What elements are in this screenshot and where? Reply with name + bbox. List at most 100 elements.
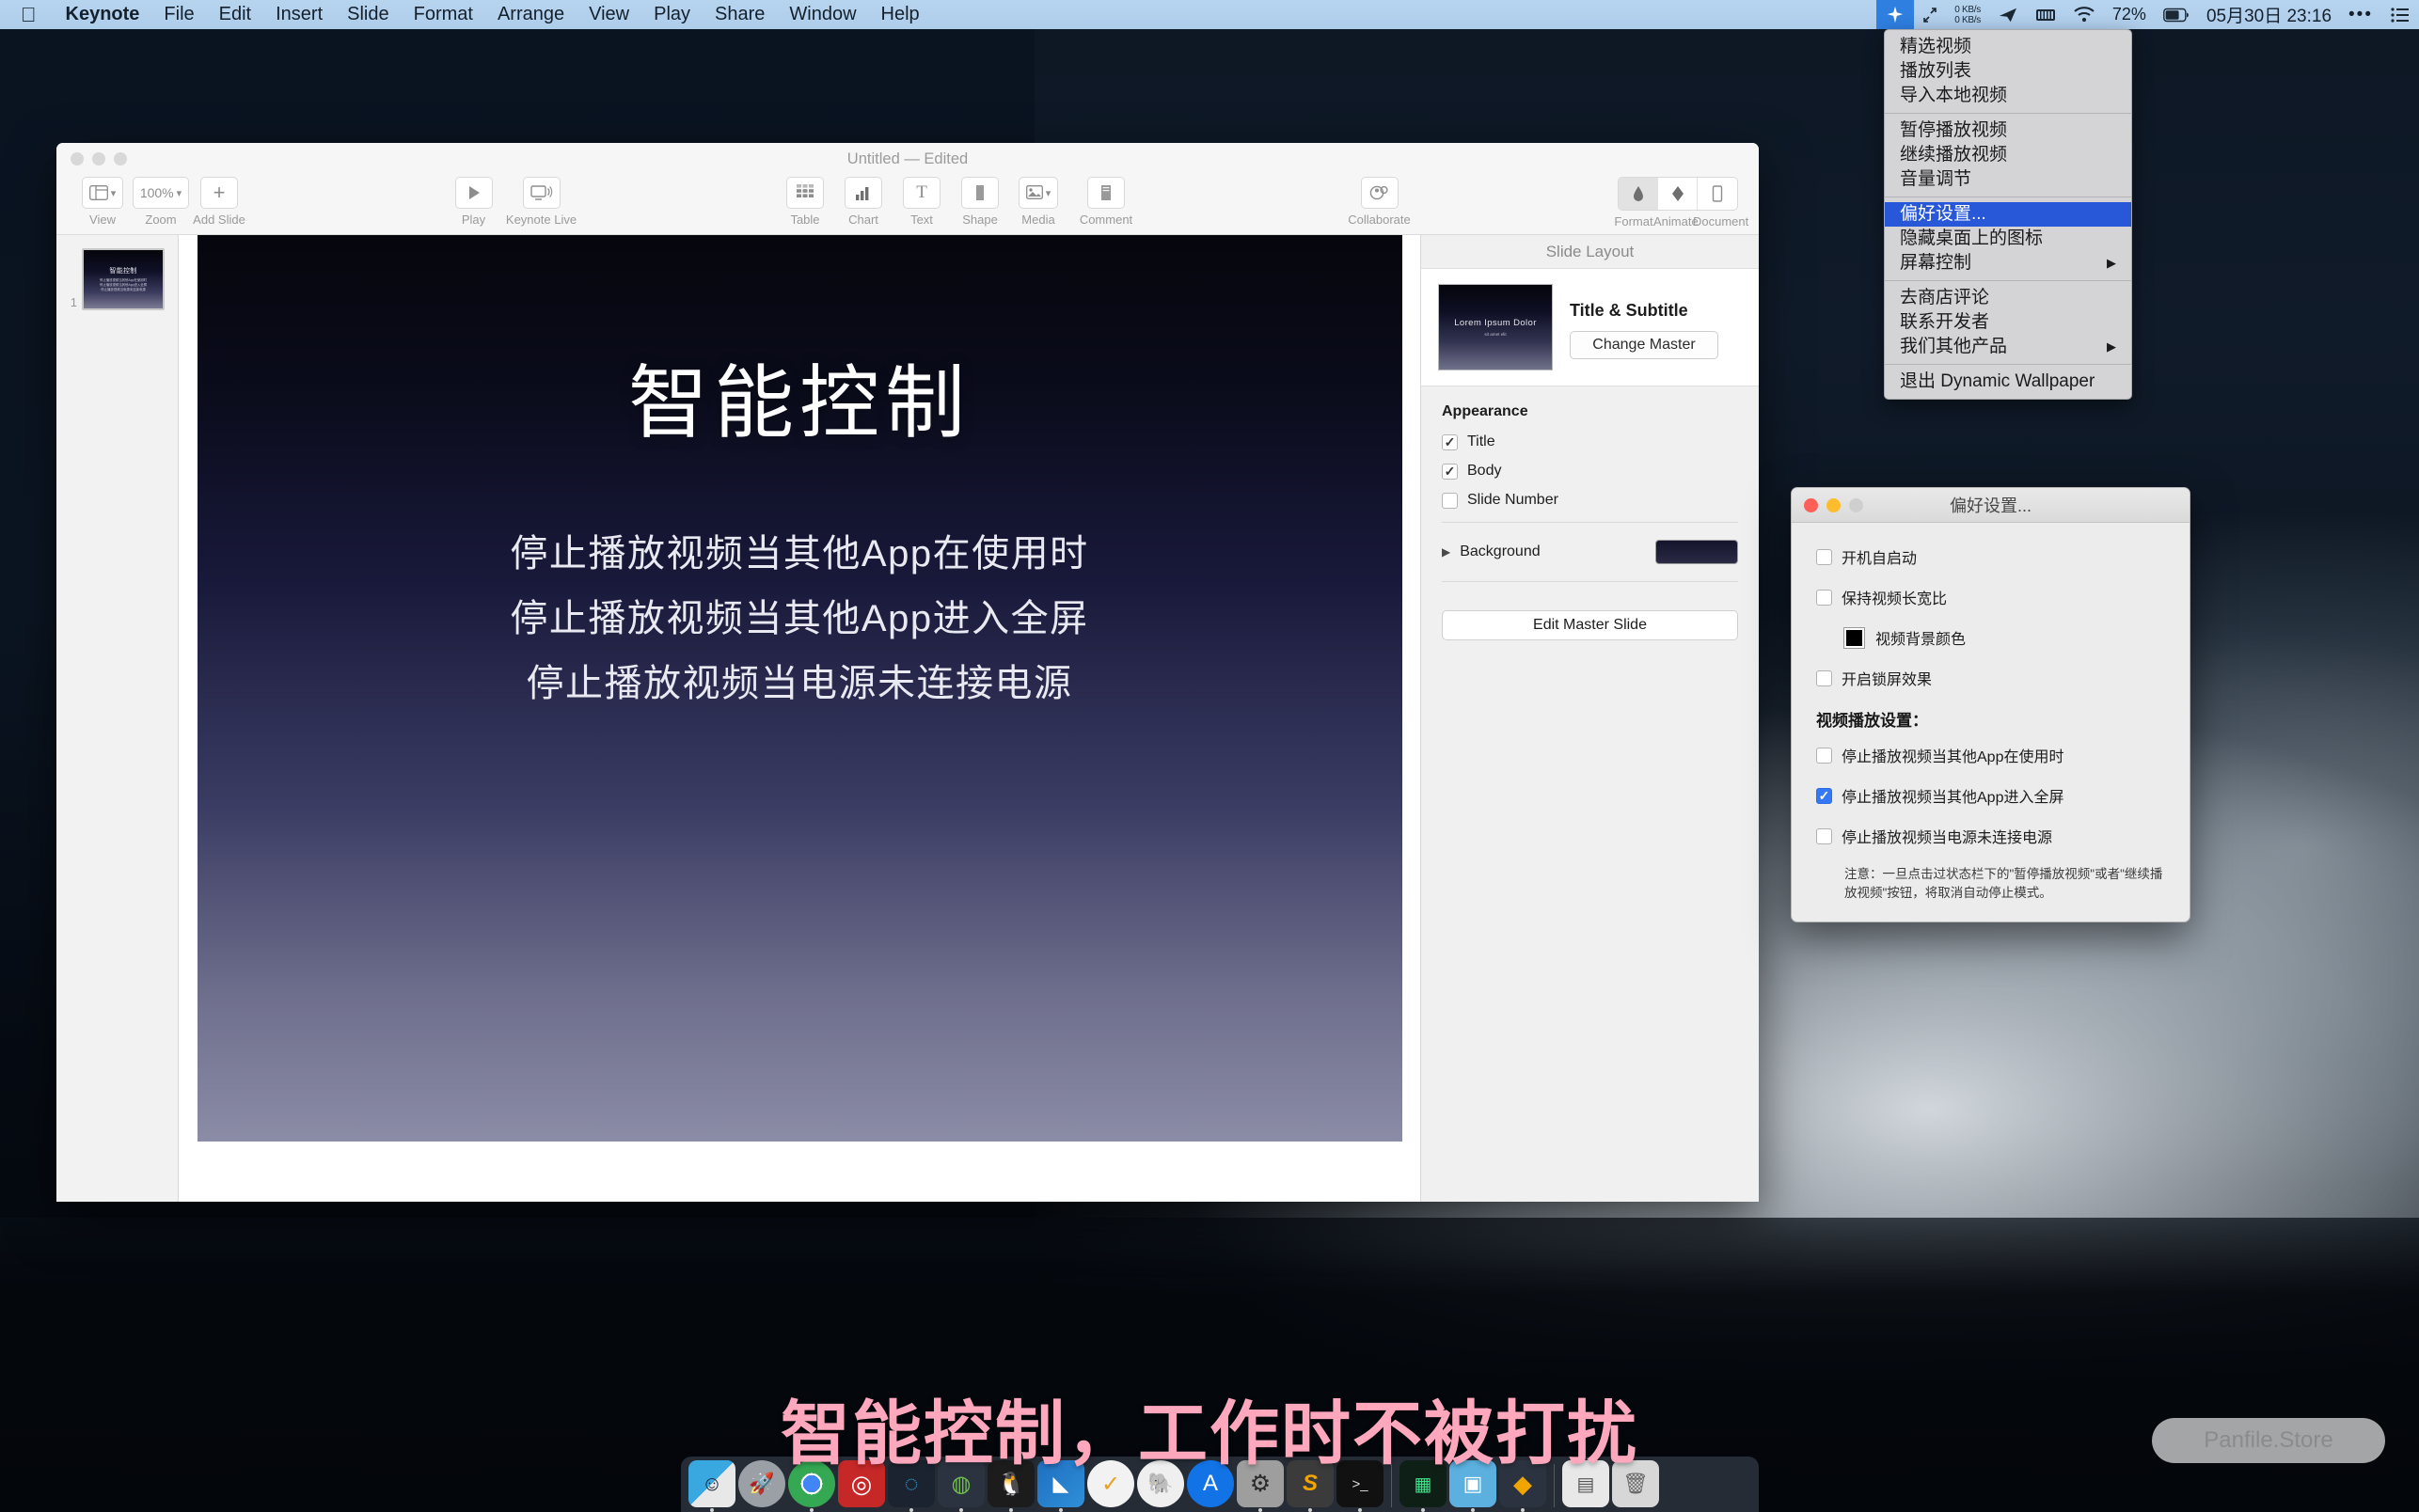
toolbar-chart-button[interactable]: Chart <box>834 175 893 227</box>
menu-item-share[interactable]: Share <box>703 0 777 29</box>
pref-autostart-row[interactable]: 开机自启动 <box>1816 545 2165 568</box>
menu-item-window[interactable]: Window <box>777 0 868 29</box>
preferences-dialog[interactable]: 偏好设置... 开机自启动 保持视频长宽比 视频背景颜色 开启锁屏效果 视频播放… <box>1791 487 2190 922</box>
document-page-icon[interactable] <box>1698 178 1737 210</box>
menu-item-help[interactable]: Help <box>869 0 932 29</box>
menu-item-store-review[interactable]: 去商店评论 <box>1885 286 2131 310</box>
pref-stop-when-other-app-active-row[interactable]: 停止播放视频当其他App在使用时 <box>1816 744 2165 766</box>
slide-body-text[interactable]: 停止播放视频当其他App在使用时 停止播放视频当其他App进入全屏 停止播放视频… <box>510 522 1088 716</box>
master-slide-section[interactable]: Lorem Ipsum Dolor sit amet elit Title & … <box>1421 269 1759 386</box>
pref-stop-when-unplugged-row[interactable]: 停止播放视频当电源未连接电源 <box>1816 825 2165 847</box>
menu-item-insert[interactable]: Insert <box>263 0 335 29</box>
wifi-icon[interactable] <box>2064 0 2104 29</box>
video-background-color-swatch[interactable] <box>1844 627 1864 648</box>
battery-bars-icon[interactable] <box>2027 0 2064 29</box>
pref-stop-when-other-app-active-checkbox[interactable] <box>1816 747 1832 764</box>
menu-item-volume-adjust[interactable]: 音量调节 <box>1885 167 2131 192</box>
menu-item-view[interactable]: View <box>577 0 641 29</box>
zoom-percent-button[interactable]: 100% ▾ <box>132 177 190 209</box>
paintbrush-icon[interactable] <box>1619 178 1658 210</box>
text-t-icon[interactable]: T <box>903 177 941 209</box>
pref-stop-when-fullscreen-row[interactable]: 停止播放视频当其他App进入全屏 <box>1816 784 2165 807</box>
menu-item-format[interactable]: Format <box>402 0 485 29</box>
toolbar-comment-button[interactable]: Comment <box>1067 175 1145 227</box>
dynamic-wallpaper-dropdown-menu[interactable]: 精选视频 播放列表 导入本地视频 暂停播放视频 继续播放视频 音量调节 偏好设置… <box>1884 29 2132 400</box>
menu-item-play[interactable]: Play <box>641 0 703 29</box>
shape-square-icon[interactable] <box>961 177 999 209</box>
paper-plane-icon[interactable] <box>1989 0 2027 29</box>
comment-note-icon[interactable] <box>1087 177 1125 209</box>
slide-canvas[interactable]: 智能控制 停止播放视频当其他App在使用时 停止播放视频当其他App进入全屏 停… <box>179 235 1420 1202</box>
apple-logo-icon[interactable]:  <box>21 4 37 25</box>
toolbar-play-button[interactable]: Play <box>445 175 503 227</box>
keynote-toolbar[interactable]: ▾ View 100% ▾ Zoom + Add Slide Play Keyn… <box>56 175 1759 235</box>
slide-thumbnail-1[interactable]: 智能控制 停止播放视频当其他App在使用时 停止播放视频当其他App进入全屏 停止播… <box>82 248 165 310</box>
menu-item-pause-video[interactable]: 暂停播放视频 <box>1885 118 2131 143</box>
preferences-titlebar[interactable]: 偏好设置... <box>1792 488 2190 523</box>
play-triangle-icon[interactable] <box>454 177 493 209</box>
slide-navigator-sidebar[interactable]: 1 智能控制 停止播放视频当其他App在使用时 停止播放视频当其他App进入全屏停… <box>56 235 179 1202</box>
appearance-checkbox-slide-number[interactable]: Slide Number <box>1442 492 1738 509</box>
checkbox-body-box[interactable] <box>1442 463 1458 480</box>
menu-item-keynote[interactable]: Keynote <box>54 0 152 29</box>
battery-icon[interactable] <box>2155 0 2198 29</box>
menu-item-featured-videos[interactable]: 精选视频 <box>1885 35 2131 59</box>
control-center-icon[interactable] <box>2381 0 2419 29</box>
slide-content[interactable]: 智能控制 停止播放视频当其他App在使用时 停止播放视频当其他App进入全屏 停… <box>197 235 1402 1142</box>
toolbar-view-button[interactable]: ▾ View <box>73 175 132 227</box>
toolbar-collaborate-button[interactable]: Collaborate <box>1341 175 1418 227</box>
menubar-clock[interactable]: 05月30日 23:16 <box>2198 0 2340 29</box>
checkbox-title-box[interactable] <box>1442 433 1458 450</box>
disclosure-triangle-icon[interactable]: ▶ <box>1442 545 1450 559</box>
menu-item-import-local-video[interactable]: 导入本地视频 <box>1885 84 2131 108</box>
background-color-swatch[interactable] <box>1655 540 1738 564</box>
menu-item-hide-desktop-icons[interactable]: 隐藏桌面上的图标 <box>1885 227 2131 251</box>
pref-aspect-ratio-checkbox[interactable] <box>1816 589 1832 606</box>
menu-item-file[interactable]: File <box>151 0 206 29</box>
media-photo-icon[interactable]: ▾ <box>1018 177 1059 209</box>
toolbar-media-button[interactable]: ▾ Media <box>1009 175 1067 227</box>
menu-item-resume-video[interactable]: 继续播放视频 <box>1885 143 2131 167</box>
toolbar-add-slide-button[interactable]: + Add Slide <box>190 175 248 227</box>
pref-stop-when-fullscreen-checkbox[interactable] <box>1816 787 1832 804</box>
toolbar-keynote-live-button[interactable]: Keynote Live <box>503 175 580 227</box>
pref-autostart-checkbox[interactable] <box>1816 548 1832 565</box>
pref-lockscreen-row[interactable]: 开启锁屏效果 <box>1816 667 2165 689</box>
bar-chart-icon[interactable] <box>845 177 882 209</box>
diagonal-arrows-icon[interactable] <box>1914 0 1946 29</box>
view-layout-icon[interactable]: ▾ <box>81 177 124 209</box>
edit-master-slide-button[interactable]: Edit Master Slide <box>1442 610 1738 640</box>
toolbar-table-button[interactable]: Table <box>776 175 834 227</box>
slide-thumbnail-row[interactable]: 1 智能控制 停止播放视频当其他App在使用时 停止播放视频当其他App进入全屏停… <box>56 248 178 310</box>
collaborate-person-icon[interactable] <box>1360 177 1399 209</box>
keynote-titlebar[interactable]: Untitled — Edited <box>56 143 1759 175</box>
menu-item-other-products[interactable]: 我们其他产品 ▶ <box>1885 335 2131 359</box>
menu-item-quit-dynamic-wallpaper[interactable]: 退出 Dynamic Wallpaper <box>1885 370 2131 394</box>
appearance-checkbox-body[interactable]: Body <box>1442 463 1738 480</box>
toolbar-zoom-control[interactable]: 100% ▾ Zoom <box>132 175 190 227</box>
sparkle-star-icon[interactable] <box>1876 0 1915 29</box>
appearance-checkbox-title[interactable]: Title <box>1442 433 1738 450</box>
diamond-icon[interactable] <box>1658 178 1698 210</box>
menu-item-edit[interactable]: Edit <box>207 0 263 29</box>
menu-item-arrange[interactable]: Arrange <box>485 0 577 29</box>
plus-icon[interactable]: + <box>200 177 238 209</box>
menu-item-playlist[interactable]: 播放列表 <box>1885 59 2131 84</box>
toolbar-shape-button[interactable]: Shape <box>951 175 1009 227</box>
menu-item-contact-developer[interactable]: 联系开发者 <box>1885 310 2131 335</box>
master-slide-thumbnail[interactable]: Lorem Ipsum Dolor sit amet elit <box>1438 284 1553 370</box>
network-speed-indicator[interactable]: 0 KB/s 0 KB/s <box>1946 0 1989 29</box>
pref-lockscreen-checkbox[interactable] <box>1816 669 1832 686</box>
slide-title-text[interactable]: 智能控制 <box>628 339 971 454</box>
menu-item-preferences[interactable]: 偏好设置... <box>1885 202 2131 227</box>
display-broadcast-icon[interactable] <box>522 177 561 209</box>
change-master-button[interactable]: Change Master <box>1570 331 1718 359</box>
background-left[interactable]: ▶ Background <box>1442 543 1541 560</box>
pref-bgcolor-row[interactable]: 视频背景颜色 <box>1844 626 2165 649</box>
inspector-segmented-control[interactable] <box>1618 177 1738 211</box>
pref-aspect-ratio-row[interactable]: 保持视频长宽比 <box>1816 586 2165 608</box>
keynote-window[interactable]: Untitled — Edited ▾ View 100% ▾ Zoom + A… <box>56 143 1759 1202</box>
toolbar-text-button[interactable]: T Text <box>893 175 951 227</box>
menu-item-screen-control[interactable]: 屏幕控制 ▶ <box>1885 251 2131 276</box>
menu-item-slide[interactable]: Slide <box>335 0 401 29</box>
